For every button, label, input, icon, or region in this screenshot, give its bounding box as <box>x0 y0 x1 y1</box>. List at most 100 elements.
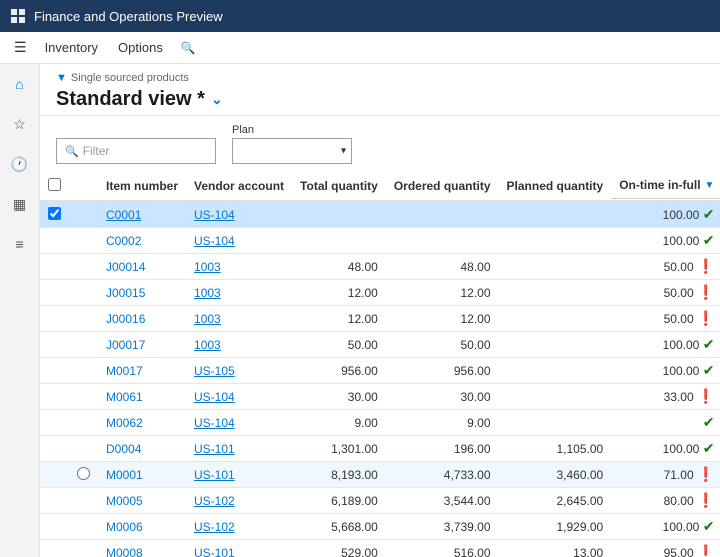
cell-item-number[interactable]: J00014 <box>98 254 186 280</box>
warning-icon: ❗ <box>697 284 714 300</box>
cell-on-time-in-full: 50.00 ❗ <box>611 254 720 280</box>
cell-ordered-quantity: 48.00 <box>386 254 499 280</box>
cell-item-number[interactable]: M0005 <box>98 488 186 514</box>
cell-planned-quantity: 2,645.00 <box>499 488 612 514</box>
cell-on-time-in-full: 33.00 ❗ <box>611 384 720 410</box>
row-radio-cell <box>69 540 98 557</box>
sidebar-list-icon[interactable]: ≡ <box>8 232 32 256</box>
warning-icon: ❗ <box>697 258 714 274</box>
row-radio-cell <box>69 306 98 332</box>
row-checkbox[interactable] <box>48 207 61 220</box>
table-row[interactable]: J00017100350.0050.00100.00 ✔ <box>40 332 720 358</box>
title-dropdown-icon[interactable]: ⌄ <box>211 91 223 108</box>
data-table: Item number Vendor account Total quantit… <box>40 172 720 557</box>
cell-item-number[interactable]: C0002 <box>98 228 186 254</box>
cell-vendor-account[interactable]: US-104 <box>186 201 292 228</box>
cell-vendor-account[interactable]: 1003 <box>186 332 292 358</box>
cell-total-quantity: 48.00 <box>292 254 386 280</box>
cell-vendor-account[interactable]: US-102 <box>186 514 292 540</box>
header-checkbox[interactable] <box>40 172 69 201</box>
table-row[interactable]: M0001US-1018,193.004,733.003,460.0071.00… <box>40 462 720 488</box>
menu-bar: ☰ Inventory Options 🔍 <box>0 32 720 64</box>
check-icon: ✔ <box>703 232 715 248</box>
cell-item-number[interactable]: M0017 <box>98 358 186 384</box>
table-row[interactable]: J00015100312.0012.0050.00 ❗ <box>40 280 720 306</box>
table-row[interactable]: M0005US-1026,189.003,544.002,645.0080.00… <box>40 488 720 514</box>
toolbar: 🔍 Filter Plan DynPlan <box>40 116 720 172</box>
cell-vendor-account[interactable]: US-105 <box>186 358 292 384</box>
sidebar-home-icon[interactable]: ⌂ <box>8 72 32 96</box>
options-menu[interactable]: Options <box>110 36 171 59</box>
on-time-header-text: On-time in-full <box>619 178 700 192</box>
cell-item-number[interactable]: J00017 <box>98 332 186 358</box>
cell-vendor-account[interactable]: US-101 <box>186 436 292 462</box>
cell-item-number[interactable]: M0061 <box>98 384 186 410</box>
plan-select[interactable]: DynPlan <box>232 138 352 164</box>
sidebar-workspace-icon[interactable]: ▦ <box>8 192 32 216</box>
on-time-filter-icon[interactable]: ▼ <box>705 180 715 191</box>
cell-planned-quantity: 13.00 <box>499 540 612 557</box>
sidebar-favorites-icon[interactable]: ☆ <box>8 112 32 136</box>
warning-icon: ❗ <box>697 544 714 557</box>
cell-item-number[interactable]: C0001 <box>98 201 186 228</box>
table-row[interactable]: M0006US-1025,668.003,739.001,929.00100.0… <box>40 514 720 540</box>
table-row[interactable]: M0061US-10430.0030.0033.00 ❗ <box>40 384 720 410</box>
inventory-menu[interactable]: Inventory <box>37 36 106 59</box>
search-button[interactable]: 🔍 <box>175 37 202 59</box>
breadcrumb: ▼ Single sourced products <box>56 72 704 84</box>
sidebar-recent-icon[interactable]: 🕐 <box>8 152 32 176</box>
cell-item-number[interactable]: M0008 <box>98 540 186 557</box>
table-row[interactable]: M0017US-105956.00956.00100.00 ✔ <box>40 358 720 384</box>
table-container: Item number Vendor account Total quantit… <box>40 172 720 557</box>
cell-vendor-account[interactable]: 1003 <box>186 254 292 280</box>
app-title: Finance and Operations Preview <box>34 9 223 24</box>
cell-item-number[interactable]: J00015 <box>98 280 186 306</box>
cell-planned-quantity <box>499 201 612 228</box>
cell-on-time-in-full: 80.00 ❗ <box>611 488 720 514</box>
table-row[interactable]: C0001US-104100.00 ✔ <box>40 201 720 228</box>
cell-item-number[interactable]: M0006 <box>98 514 186 540</box>
cell-vendor-account[interactable]: US-102 <box>186 488 292 514</box>
table-row[interactable]: M0008US-101529.00516.0013.0095.00 ❗DynPl… <box>40 540 720 557</box>
cell-planned-quantity <box>499 384 612 410</box>
cell-total-quantity: 9.00 <box>292 410 386 436</box>
header-total-quantity: Total quantity <box>292 172 386 201</box>
cell-on-time-in-full: 71.00 ❗ <box>611 462 720 488</box>
hamburger-button[interactable]: ☰ <box>8 35 33 60</box>
row-radio[interactable] <box>77 467 90 480</box>
cell-item-number[interactable]: D0004 <box>98 436 186 462</box>
check-icon: ✔ <box>703 414 715 430</box>
cell-total-quantity: 12.00 <box>292 306 386 332</box>
table-row[interactable]: J00014100348.0048.0050.00 ❗ <box>40 254 720 280</box>
cell-planned-quantity <box>499 306 612 332</box>
table-row[interactable]: D0004US-1011,301.00196.001,105.00100.00 … <box>40 436 720 462</box>
cell-vendor-account[interactable]: US-101 <box>186 540 292 557</box>
cell-vendor-account[interactable]: US-104 <box>186 384 292 410</box>
header-on-time-in-full[interactable]: On-time in-full ▼ <box>611 172 720 199</box>
table-row[interactable]: C0002US-104100.00 ✔ <box>40 228 720 254</box>
cell-planned-quantity: 1,105.00 <box>499 436 612 462</box>
cell-vendor-account[interactable]: 1003 <box>186 306 292 332</box>
cell-item-number[interactable]: J00016 <box>98 306 186 332</box>
select-all-checkbox[interactable] <box>48 178 61 191</box>
cell-ordered-quantity <box>386 201 499 228</box>
filter-search-icon: 🔍 <box>65 145 79 158</box>
cell-on-time-in-full: 100.00 ✔ <box>611 332 720 358</box>
cell-vendor-account[interactable]: US-101 <box>186 462 292 488</box>
row-radio-cell <box>69 514 98 540</box>
cell-vendor-account[interactable]: US-104 <box>186 228 292 254</box>
row-radio-cell <box>69 280 98 306</box>
row-radio-cell <box>69 358 98 384</box>
table-row[interactable]: J00016100312.0012.0050.00 ❗ <box>40 306 720 332</box>
cell-item-number[interactable]: M0001 <box>98 462 186 488</box>
cell-ordered-quantity: 516.00 <box>386 540 499 557</box>
app-icon <box>10 8 26 24</box>
header-vendor-account: Vendor account <box>186 172 292 201</box>
cell-vendor-account[interactable]: US-104 <box>186 410 292 436</box>
table-row[interactable]: M0062US-1049.009.00✔ <box>40 410 720 436</box>
warning-icon: ❗ <box>697 466 714 482</box>
cell-vendor-account[interactable]: 1003 <box>186 280 292 306</box>
table-body: C0001US-104100.00 ✔C0002US-104100.00 ✔J0… <box>40 201 720 557</box>
filter-input[interactable]: 🔍 Filter <box>56 138 216 164</box>
cell-item-number[interactable]: M0062 <box>98 410 186 436</box>
